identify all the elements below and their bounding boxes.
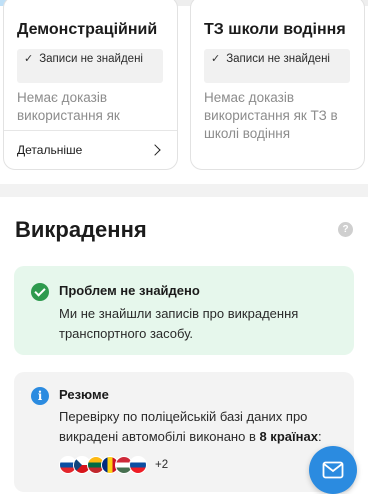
check-circle-icon bbox=[31, 283, 49, 301]
summary-text: Перевірку по поліцейській базі даних про… bbox=[59, 407, 349, 447]
contact-mail-button[interactable] bbox=[309, 446, 357, 494]
flag-sk-icon bbox=[129, 456, 147, 474]
chevron-right-icon bbox=[149, 144, 161, 156]
more-countries-count: +2 bbox=[155, 459, 169, 471]
country-flags: +2 bbox=[59, 456, 168, 474]
alert-text: Ми не знайшли записів про викрадення тра… bbox=[59, 306, 299, 341]
countries-count: 8 країнах bbox=[259, 429, 318, 444]
info-icon: i bbox=[31, 387, 49, 405]
status-badge: ✓ Записи не знайдені bbox=[17, 49, 163, 83]
alert-title: Проблем не знайдено bbox=[59, 283, 200, 298]
record-card-driving-school: ТЗ школи водіння ✓ Записи не знайдені Не… bbox=[190, 0, 365, 170]
no-problems-alert: Проблем не знайдено Ми не знайшли записі… bbox=[14, 266, 354, 355]
status-badge: ✓ Записи не знайдені bbox=[204, 49, 350, 83]
check-icon: ✓ bbox=[24, 53, 34, 65]
card-description: Немає доказів використання як ТЗ в школі… bbox=[204, 90, 338, 141]
record-card-demo: Демонстраційний ✓ Записи не знайдені Нем… bbox=[3, 0, 178, 170]
section-title: Викрадення bbox=[15, 217, 147, 242]
status-badge-label: Записи не знайдені bbox=[226, 53, 330, 65]
check-icon: ✓ bbox=[211, 53, 221, 65]
card-title: ТЗ школи водіння bbox=[204, 21, 346, 38]
summary-text-suffix: : bbox=[317, 429, 322, 444]
details-label: Детальніше bbox=[17, 143, 83, 157]
question-icon[interactable]: ? bbox=[338, 222, 353, 237]
status-badge-label: Записи не знайдені bbox=[39, 53, 143, 65]
card-title: Демонстраційний bbox=[17, 21, 158, 38]
summary-title: Резюме bbox=[59, 387, 109, 402]
details-link[interactable]: Детальніше bbox=[17, 141, 163, 159]
card-description: Немає доказів використання як bbox=[17, 90, 120, 123]
section-separator bbox=[0, 184, 368, 197]
mail-icon bbox=[322, 461, 344, 479]
summary-box: i Резюме Перевірку по поліцейській базі … bbox=[14, 372, 354, 492]
divider bbox=[4, 130, 177, 131]
